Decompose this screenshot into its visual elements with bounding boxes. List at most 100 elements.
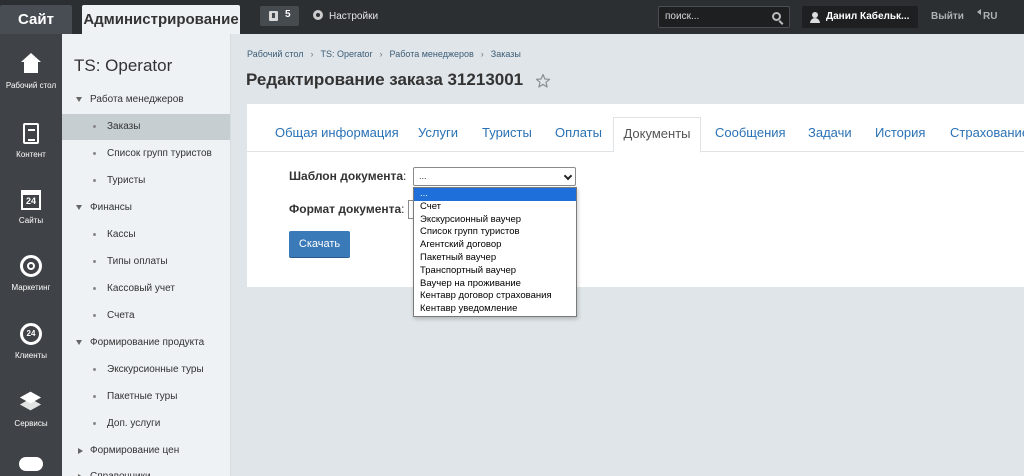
notification-icon [269,11,278,21]
search-icon[interactable] [772,12,781,21]
sidebar-item-tourists[interactable]: Туристы [62,168,230,194]
tab-documents[interactable]: Документы [613,117,701,153]
bullet-icon [93,152,96,155]
sidebar-item-excursion-tours[interactable]: Экскурсионные туры [62,357,230,383]
sidebar-item-invoices[interactable]: Счета [62,303,230,329]
sidebar-item-orders[interactable]: Заказы [62,114,230,140]
dropdown-option[interactable]: Агентский договор [414,239,576,252]
dropdown-option[interactable]: Пакетный ваучер [414,252,576,265]
sidebar-group-label: Финансы [90,202,132,213]
star-icon[interactable] [535,73,551,89]
menu-item-clients[interactable]: 24 Клиенты [0,323,62,361]
notifications-count: 5 [285,9,291,20]
sidebar-item-label: Доп. услуги [107,418,161,429]
sidebar-title: TS: Operator [74,56,173,75]
sidebar-item-package-tours[interactable]: Пакетные туры [62,384,230,410]
breadcrumb-item-operator[interactable]: TS: Operator [321,49,373,59]
notifications-button[interactable]: 5 [260,6,299,26]
sidebar-group-finance[interactable]: Финансы [62,195,230,221]
site-tab[interactable]: Сайт [0,5,72,34]
format-label: Формат документа: [289,202,405,216]
sidebar-group-label: Формирование продукта [90,337,205,348]
layers-icon [20,391,42,413]
sidebar-group-references[interactable]: Справочники [62,464,230,476]
sidebar-group-label: Справочники [90,464,151,476]
home-icon [20,53,42,75]
sidebar-item-payment-types[interactable]: Типы оплаты [62,249,230,275]
template-label: Шаблон документа: [289,169,406,183]
sidebar-item-extra-services[interactable]: Доп. услуги [62,411,230,437]
menu-item-cloud[interactable] [0,457,62,476]
sidebar-item-cash-desks[interactable]: Кассы [62,222,230,248]
document-icon [23,123,39,144]
collapsed-arrow-icon [78,448,83,454]
menu-item-label: Клиенты [14,351,48,360]
tab-tourists[interactable]: Туристы [482,117,532,152]
menu-item-desktop[interactable]: Рабочий стол [0,53,62,91]
sidebar-item-label: Туристы [107,175,146,186]
order-panel: Общая информация Услуги Туристы Оплаты Д… [247,104,1024,287]
dropdown-option[interactable]: Список групп туристов [414,226,576,239]
breadcrumb-separator: › [379,49,383,59]
sidebar: TS: Operator Работа менеджеров Заказы Сп… [62,34,231,476]
logout-link[interactable]: Выйти [931,11,964,22]
admin-tab[interactable]: Администрирование [82,5,240,34]
dropdown-option[interactable]: Транспортный ваучер [414,265,576,278]
tab-history[interactable]: История [875,117,925,152]
expand-arrow-icon [76,205,82,210]
dropdown-option[interactable]: ... [414,188,576,201]
download-button[interactable]: Скачать [289,231,350,257]
search-input[interactable]: поиск... [658,6,790,28]
sidebar-item-label: Пакетные туры [107,391,178,402]
tab-tasks[interactable]: Задачи [808,117,852,152]
dropdown-option[interactable]: Ваучер на проживание [414,278,576,291]
menu-item-marketing[interactable]: Маркетинг [0,255,62,293]
menu-item-services[interactable]: Сервисы [0,391,62,429]
sidebar-group-product[interactable]: Формирование продукта [62,330,230,356]
sidebar-group-pricing[interactable]: Формирование цен [62,438,230,464]
sidebar-item-label: Заказы [107,121,141,132]
language-switch[interactable]: RU [983,11,997,22]
cloud-icon [19,457,43,471]
page-title: Редактирование заказа 31213001 [246,70,524,89]
search-placeholder: поиск... [665,11,700,22]
clock-icon: 24 [20,323,42,345]
bullet-icon [93,422,96,425]
user-menu[interactable]: Данил Кабельк... [802,6,918,28]
breadcrumb-separator: › [310,49,314,59]
tab-insurance[interactable]: Страхование [950,117,1024,152]
tab-bar: Общая информация Услуги Туристы Оплаты Д… [247,117,1024,153]
template-select-value: ... [419,171,427,181]
breadcrumb-separator: › [480,49,484,59]
bullet-icon [93,314,96,317]
sidebar-group-managers[interactable]: Работа менеджеров [62,87,230,113]
bullet-icon [93,368,96,371]
sidebar-group-label: Формирование цен [90,445,180,456]
breadcrumb-item-orders[interactable]: Заказы [491,49,521,59]
dropdown-option[interactable]: Экскурсионный ваучер [414,214,576,227]
sidebar-item-tourist-groups[interactable]: Список групп туристов [62,141,230,167]
menu-item-content[interactable]: Контент [0,123,62,160]
expand-arrow-icon [76,340,82,345]
dropdown-option[interactable]: Кентавр договор страхования [414,290,576,303]
dropdown-option[interactable]: Счет [414,201,576,214]
tab-messages[interactable]: Сообщения [715,117,786,152]
bullet-icon [93,125,96,128]
breadcrumb-item-desktop[interactable]: Рабочий стол [247,49,304,59]
template-select[interactable]: ... [413,167,576,186]
menu-item-sites[interactable]: 24 Сайты [0,190,62,226]
breadcrumb-item-managers[interactable]: Работа менеджеров [390,49,474,59]
sidebar-item-cash-accounting[interactable]: Кассовый учет [62,276,230,302]
menu-item-label: Контент [16,150,46,159]
format-label-text: Формат документа [289,202,402,216]
tab-payments[interactable]: Оплаты [555,117,602,152]
menu-item-label: Рабочий стол [5,81,57,90]
settings-link[interactable]: Настройки [313,10,378,22]
tab-general-info[interactable]: Общая информация [275,117,399,152]
template-label-text: Шаблон документа [289,169,404,183]
sidebar-item-label: Кассы [107,229,136,240]
tab-services[interactable]: Услуги [418,117,458,152]
dropdown-option[interactable]: Кентавр уведомление [414,303,576,316]
main-menu-bar: Рабочий стол Контент 24 Сайты Маркетинг … [0,34,62,476]
bullet-icon [93,395,96,398]
